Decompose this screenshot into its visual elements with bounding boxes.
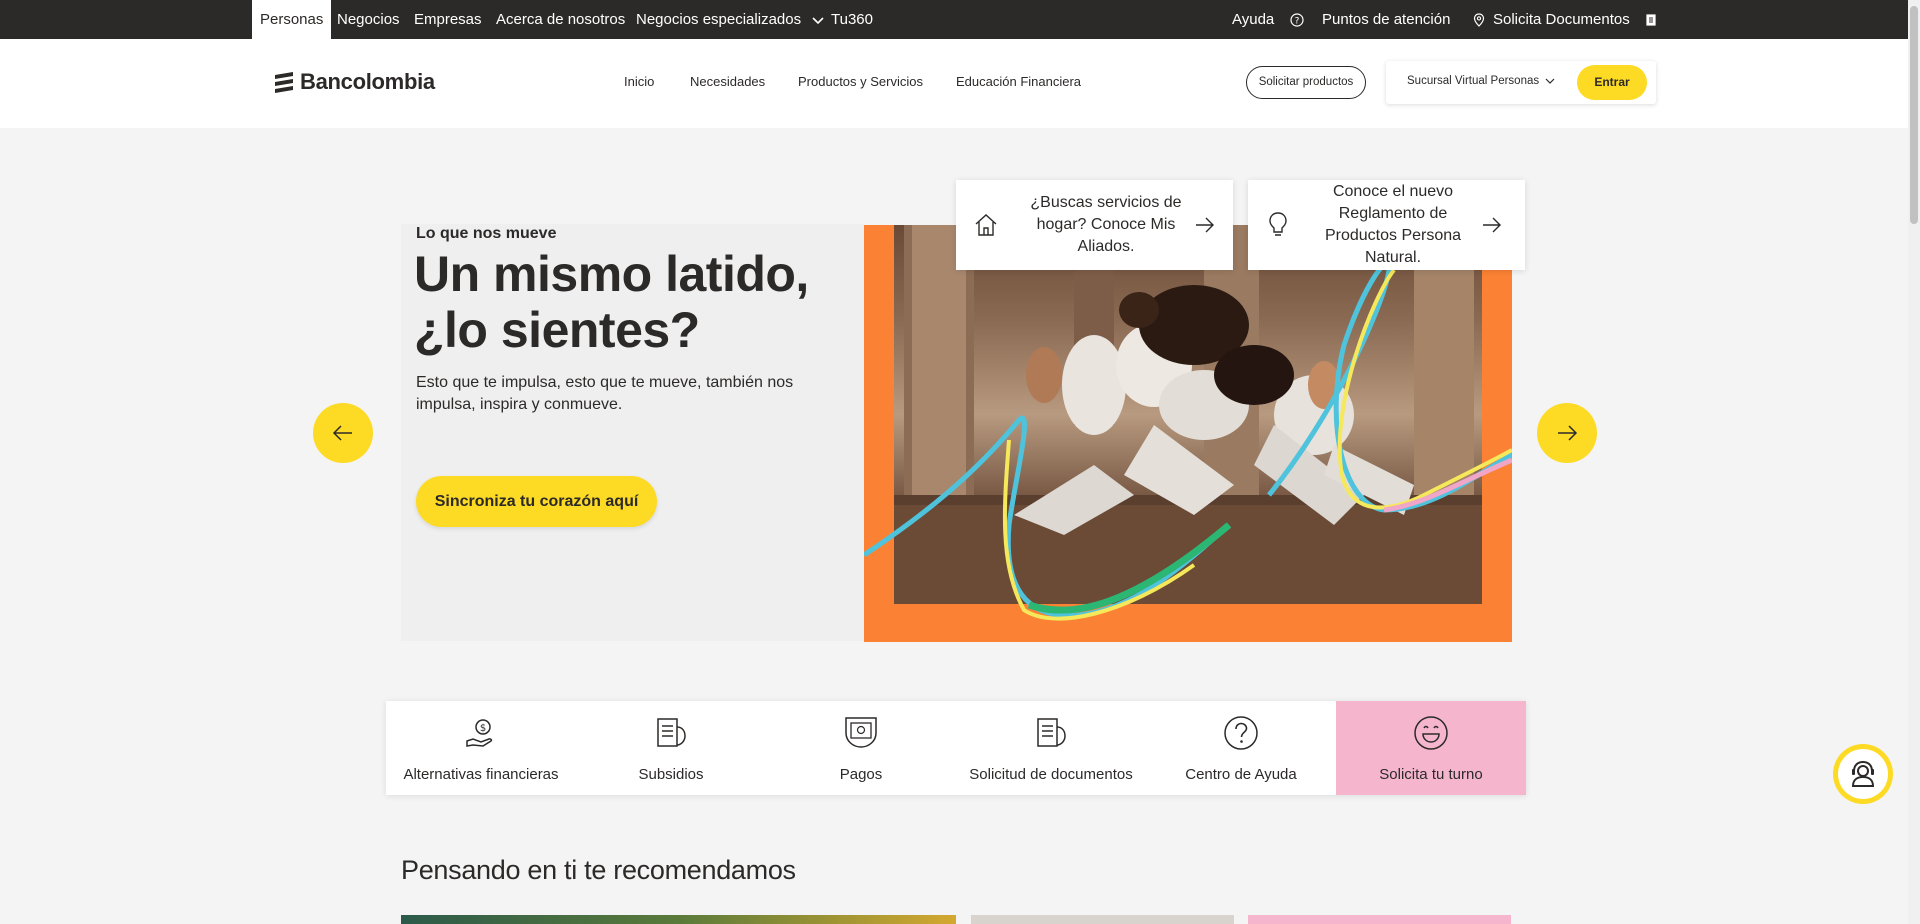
- nav-educacion-financiera[interactable]: Educación Financiera: [956, 74, 1081, 89]
- carousel-next-button[interactable]: [1537, 403, 1597, 463]
- tab-empresas[interactable]: Empresas: [414, 0, 482, 39]
- recommend-card-1[interactable]: [401, 915, 956, 924]
- ribbon-decoration: [864, 261, 1512, 621]
- bancolombia-logo[interactable]: Bancolombia: [272, 69, 435, 95]
- main-header: Bancolombia Inicio Necesidades Productos…: [0, 39, 1908, 128]
- document-icon: [657, 718, 686, 747]
- nav-inicio[interactable]: Inicio: [624, 74, 654, 89]
- tab-negocios[interactable]: Negocios: [337, 0, 400, 39]
- shortcut-pagos[interactable]: Pagos: [766, 701, 956, 795]
- shortcut-solicitud-documentos[interactable]: Solicitud de documentos: [956, 701, 1146, 795]
- chevron-down-icon: [1545, 78, 1555, 84]
- house-icon: [975, 214, 997, 236]
- shortcut-subsidios[interactable]: Subsidios: [576, 701, 766, 795]
- tab-personas[interactable]: Personas: [252, 0, 332, 39]
- hero-title: Un mismo latido, ¿lo sientes?: [414, 246, 809, 358]
- sincroniza-button[interactable]: Sincroniza tu corazón aquí: [416, 476, 657, 527]
- hand-money-icon: $: [466, 719, 493, 747]
- recommend-card-3[interactable]: [1248, 915, 1511, 924]
- sucursal-label: Sucursal Virtual Personas: [1407, 75, 1540, 87]
- nav-productos-servicios[interactable]: Productos y Servicios: [798, 74, 923, 89]
- top-bar: Personas Negocios Empresas Acerca de nos…: [0, 0, 1908, 39]
- svg-text:$: $: [480, 723, 486, 734]
- question-circle-icon: ?: [1290, 13, 1305, 27]
- shortcut-alternativas-financieras[interactable]: $ Alternativas financieras: [386, 701, 576, 795]
- puntos-atencion-link[interactable]: Puntos de atención: [1322, 0, 1485, 39]
- tab-negocios-especializados[interactable]: Negocios especializados: [636, 0, 825, 39]
- hero-image-frame: [864, 225, 1512, 642]
- recommend-title: Pensando en ti te recomendamos: [401, 855, 796, 885]
- nav-necesidades[interactable]: Necesidades: [690, 74, 765, 89]
- arrow-right-icon: [1483, 217, 1501, 233]
- document-icon: [1646, 14, 1656, 26]
- shortcut-centro-ayuda[interactable]: Centro de Ayuda: [1146, 701, 1336, 795]
- shortcut-label: Alternativas financieras: [403, 766, 559, 783]
- page-scrollbar[interactable]: [1908, 0, 1920, 924]
- recommend-card-2[interactable]: [971, 915, 1234, 924]
- shortcut-label: Centro de Ayuda: [1185, 766, 1297, 783]
- hero-eyebrow: Lo que nos mueve: [416, 225, 557, 242]
- entrar-button[interactable]: Entrar: [1577, 65, 1647, 100]
- solicita-documentos-label: Solicita Documentos: [1493, 11, 1630, 28]
- carousel-prev-button[interactable]: [313, 403, 373, 463]
- tab-negocios-especializados-label: Negocios especializados: [636, 11, 802, 28]
- puntos-atencion-label: Puntos de atención: [1322, 11, 1451, 28]
- question-icon: [1224, 716, 1258, 750]
- smiley-icon: [1414, 716, 1448, 750]
- brand-name: Bancolombia: [300, 69, 435, 94]
- ayuda-label: Ayuda: [1232, 11, 1275, 28]
- lightbulb-icon: [1269, 212, 1287, 236]
- shortcut-label: Solicitud de documentos: [969, 766, 1133, 783]
- ayuda-link[interactable]: Ayuda ?: [1232, 0, 1305, 39]
- chevron-down-icon: [812, 17, 824, 25]
- promo-card-reglamento[interactable]: Conoce el nuevo Reglamento de Productos …: [1248, 180, 1525, 270]
- tab-acerca[interactable]: Acerca de nosotros: [496, 0, 625, 39]
- shortcuts-bar: $ Alternativas financieras Subsidios Pag…: [386, 701, 1526, 795]
- promo-hogar-text: ¿Buscas servicios de hogar? Conoce Mis A…: [1030, 194, 1182, 255]
- promo-card-hogar[interactable]: ¿Buscas servicios de hogar? Conoce Mis A…: [956, 180, 1233, 270]
- tab-tu360[interactable]: Tu360: [831, 0, 873, 39]
- arrow-right-icon: [1558, 425, 1578, 441]
- document-icon: [1037, 718, 1066, 747]
- solicita-documentos-link[interactable]: Solicita Documentos: [1493, 0, 1656, 39]
- shortcut-label: Pagos: [839, 766, 883, 783]
- bancolombia-logo-icon: [275, 72, 293, 93]
- arrow-left-icon: [332, 425, 352, 441]
- shortcut-label: Solicita tu turno: [1379, 766, 1483, 783]
- solicitar-productos-button[interactable]: Solicitar productos: [1246, 66, 1366, 99]
- sucursal-box: Sucursal Virtual Personas Entrar: [1386, 61, 1656, 104]
- arrow-right-icon: [1196, 217, 1214, 233]
- scrollbar-thumb[interactable]: [1910, 6, 1918, 224]
- hero-description: Esto que te impulsa, esto que te mueve, …: [416, 374, 794, 413]
- shortcut-solicita-turno[interactable]: Solicita tu turno: [1336, 701, 1526, 795]
- shortcut-label: Subsidios: [638, 766, 704, 783]
- help-chat-inner: [1838, 749, 1888, 799]
- promo-reglamento-text: Conoce el nuevo Reglamento de Productos …: [1324, 183, 1462, 266]
- help-chat-button[interactable]: [1833, 744, 1893, 804]
- location-pin-icon: [1473, 13, 1484, 27]
- headset-agent-icon: [1851, 760, 1875, 787]
- sucursal-dropdown[interactable]: Sucursal Virtual Personas: [1407, 75, 1555, 87]
- payment-icon: [845, 717, 877, 748]
- svg-text:?: ?: [1295, 17, 1300, 27]
